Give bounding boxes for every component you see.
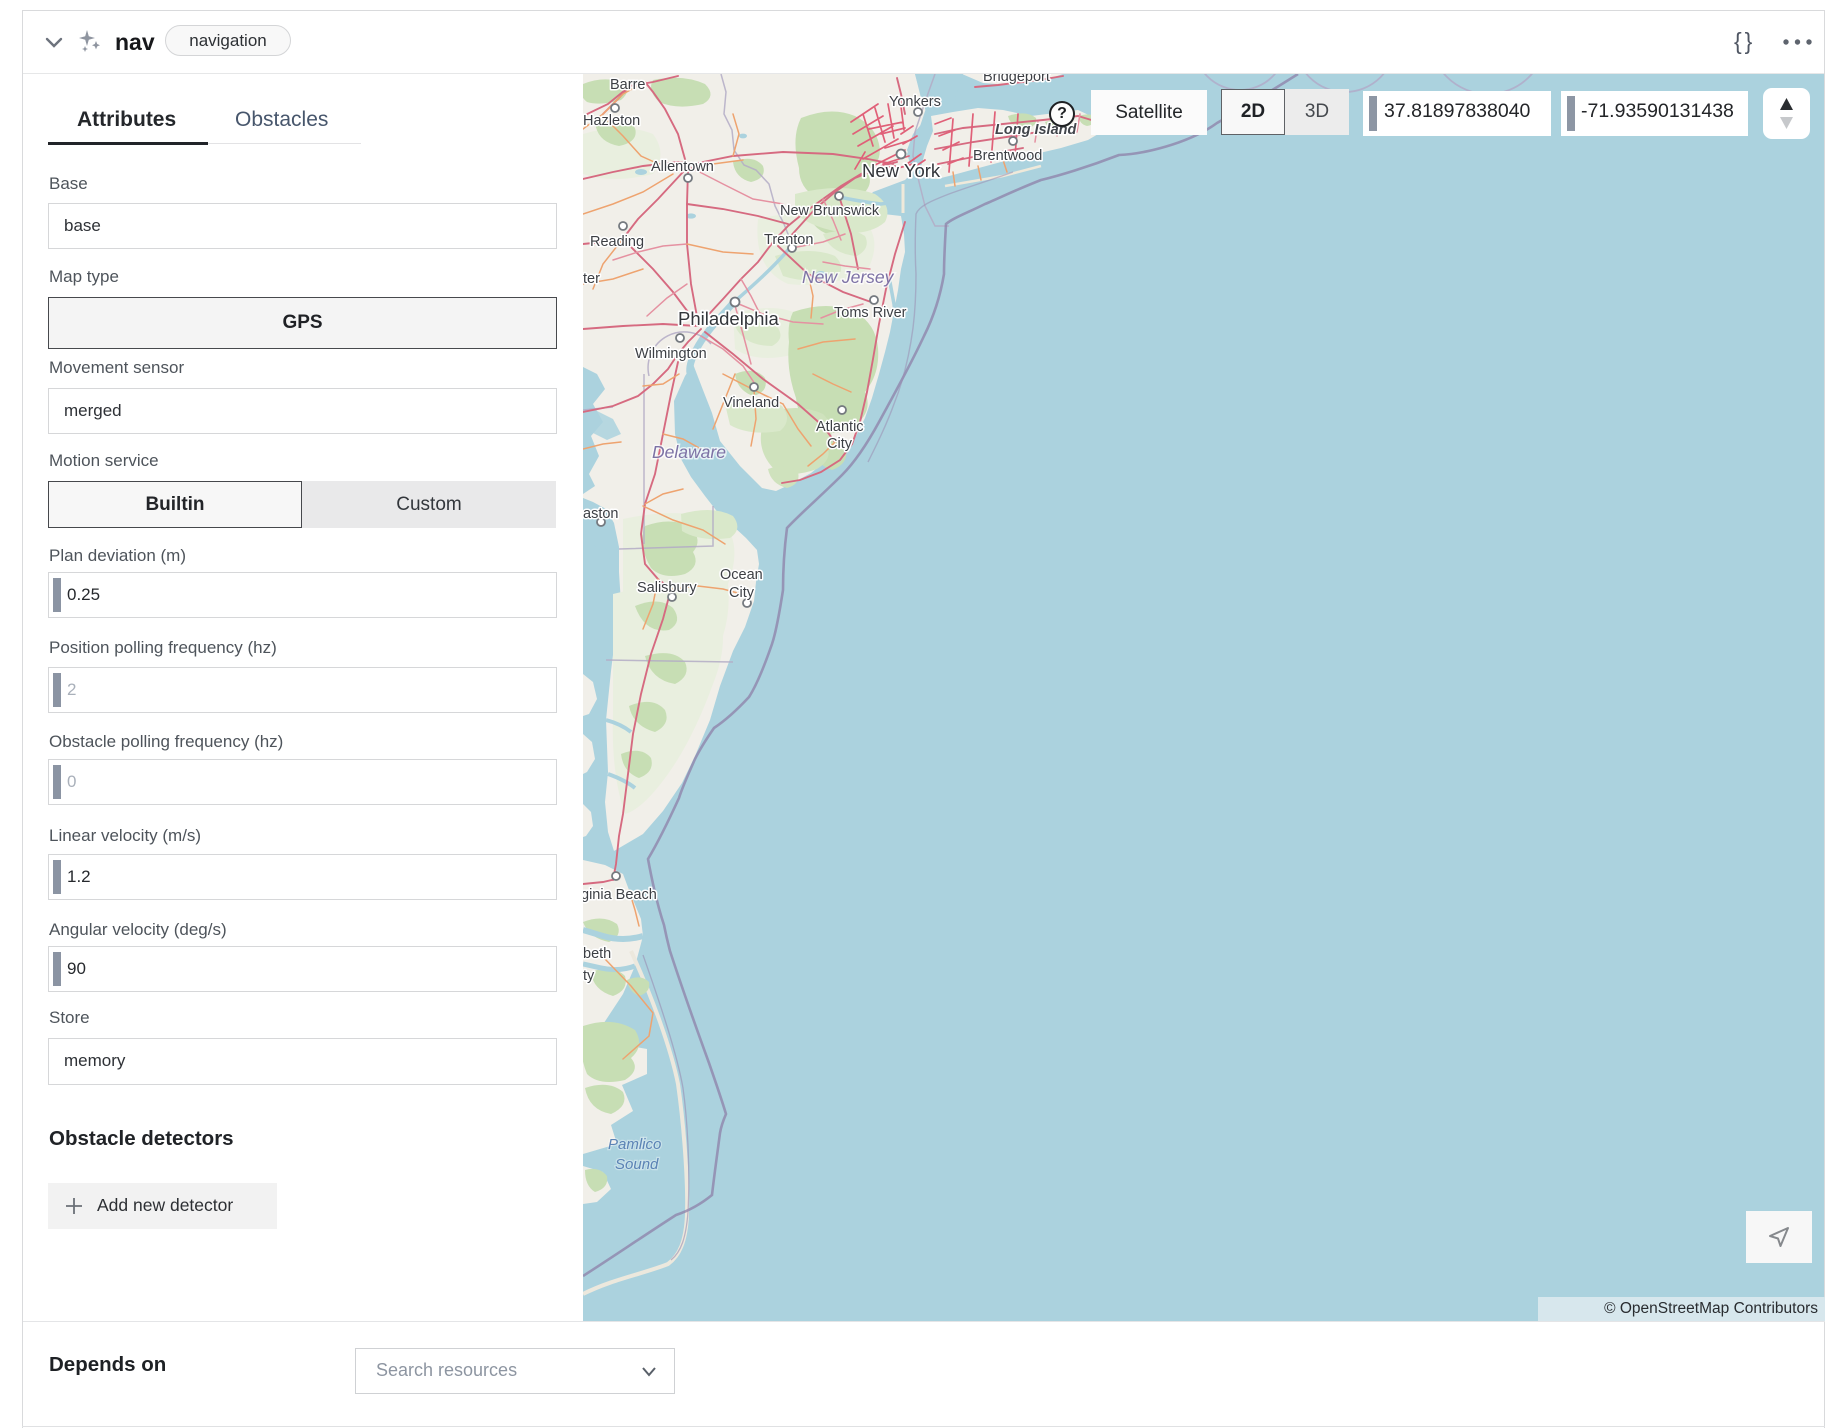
svg-text:Sound: Sound: [615, 1156, 659, 1173]
svg-text:Wilmington: Wilmington: [635, 346, 707, 362]
svg-text:Ocean: Ocean: [720, 567, 763, 583]
svg-text:Vineland: Vineland: [723, 395, 779, 411]
svg-text:Hazleton: Hazleton: [583, 113, 640, 129]
svg-text:Allentown: Allentown: [651, 159, 714, 175]
svg-text:Brentwood: Brentwood: [973, 148, 1042, 164]
svg-text:Salisbury: Salisbury: [637, 580, 697, 596]
svg-text:City: City: [827, 436, 853, 452]
svg-text:ginia Beach: ginia Beach: [583, 887, 657, 903]
svg-text:New Brunswick: New Brunswick: [780, 203, 880, 219]
svg-text:New Jersey: New Jersey: [802, 267, 895, 287]
svg-text:City: City: [729, 585, 755, 601]
svg-text:ty: ty: [583, 968, 595, 984]
svg-text:Barre: Barre: [610, 77, 645, 93]
svg-text:Bridgeport: Bridgeport: [983, 74, 1050, 85]
svg-text:Philadelphia: Philadelphia: [678, 308, 780, 329]
svg-text:Yonkers: Yonkers: [889, 94, 941, 110]
svg-text:New York: New York: [862, 160, 941, 181]
svg-text:Reading: Reading: [590, 234, 644, 250]
svg-text:Atlantic: Atlantic: [816, 419, 864, 435]
svg-text:aston: aston: [583, 506, 618, 522]
svg-text:Delaware: Delaware: [652, 442, 726, 462]
svg-text:beth: beth: [583, 946, 611, 962]
svg-text:ter: ter: [583, 271, 600, 287]
svg-text:Pamlico: Pamlico: [608, 1136, 661, 1153]
svg-text:Toms River: Toms River: [834, 305, 907, 321]
svg-text:Trenton: Trenton: [764, 232, 813, 248]
